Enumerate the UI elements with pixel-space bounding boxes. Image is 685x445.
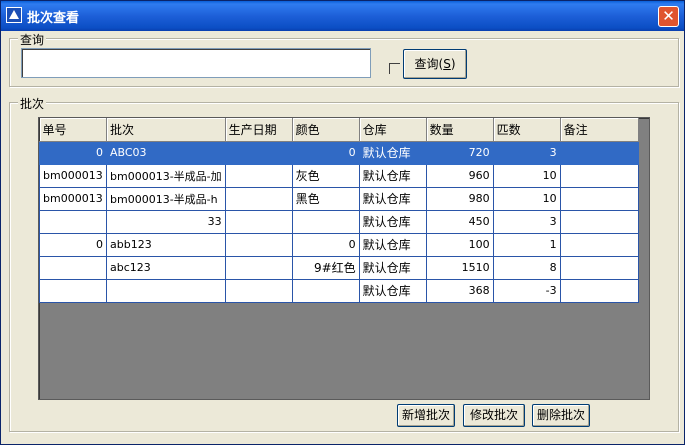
cell-remark[interactable]: [559, 186, 639, 211]
cell-remark[interactable]: [559, 255, 639, 280]
cell-warehouse[interactable]: 默认仓库: [358, 278, 427, 303]
cell-remark[interactable]: [559, 232, 639, 257]
cell-production-date[interactable]: [224, 209, 293, 234]
table-row[interactable]: bm000013 bm000013-半成品-加 灰色 默认仓库 960 10: [39, 163, 639, 188]
table-row[interactable]: 0 ABC03 0 默认仓库 720 3: [39, 140, 639, 165]
cell-quantity[interactable]: 100: [425, 232, 494, 257]
cell-color[interactable]: [291, 278, 360, 303]
cell-color[interactable]: 9#红色: [291, 255, 360, 280]
cell-order-no[interactable]: bm000013: [39, 186, 107, 211]
window-title: 批次查看: [27, 11, 80, 26]
col-header[interactable]: 批次: [106, 118, 226, 142]
table-row[interactable]: 默认仓库 368 -3: [39, 278, 639, 303]
cell-pieces[interactable]: -3: [492, 278, 561, 303]
cell-color[interactable]: [291, 209, 360, 234]
table-row[interactable]: abc123 9#红色 默认仓库 1510 8: [39, 255, 639, 280]
close-button[interactable]: ✕: [658, 6, 679, 27]
cell-color[interactable]: 灰色: [291, 163, 360, 188]
cell-production-date[interactable]: [224, 255, 293, 280]
cell-production-date[interactable]: [224, 278, 293, 303]
query-button-suffix: ): [450, 57, 456, 71]
cell-production-date[interactable]: [224, 186, 293, 211]
edit-batch-button[interactable]: 修改批次: [463, 404, 525, 427]
title-bar[interactable]: 批次查看 ✕: [1, 1, 684, 31]
cell-remark[interactable]: [559, 140, 639, 165]
cell-warehouse[interactable]: 默认仓库: [358, 255, 427, 280]
cell-pieces[interactable]: 3: [492, 209, 561, 234]
col-header[interactable]: 颜色: [292, 118, 360, 142]
cell-order-no[interactable]: [39, 209, 107, 234]
cell-batch[interactable]: abb123: [106, 232, 226, 257]
cell-quantity[interactable]: 720: [425, 140, 494, 165]
cell-production-date[interactable]: [224, 232, 293, 257]
cell-production-date[interactable]: [224, 140, 293, 165]
col-header[interactable]: 备注: [560, 118, 639, 142]
cell-batch[interactable]: ABC03: [106, 140, 226, 165]
cell-warehouse[interactable]: 默认仓库: [358, 163, 427, 188]
batch-view-window: 批次查看 ✕ 查询 查询(S) 批次 单号 批次 生产日期 颜色 仓库 数量 匹…: [0, 0, 685, 445]
col-header[interactable]: 生产日期: [225, 118, 293, 142]
cell-batch[interactable]: [106, 278, 226, 303]
query-button-label: 查询(: [414, 57, 444, 71]
app-icon: [6, 7, 22, 23]
cell-warehouse[interactable]: 默认仓库: [358, 140, 427, 165]
col-header[interactable]: 仓库: [359, 118, 427, 142]
search-input[interactable]: [21, 48, 371, 78]
query-checkbox[interactable]: [389, 63, 400, 74]
cell-order-no[interactable]: [39, 278, 107, 303]
header-row: 单号 批次 生产日期 颜色 仓库 数量 匹数 备注: [39, 118, 639, 142]
cell-pieces[interactable]: 10: [492, 163, 561, 188]
cell-order-no[interactable]: [39, 255, 107, 280]
cell-pieces[interactable]: 10: [492, 186, 561, 211]
cell-quantity[interactable]: 960: [425, 163, 494, 188]
batch-grid[interactable]: 单号 批次 生产日期 颜色 仓库 数量 匹数 备注 0 ABC03 0 默认仓库: [38, 117, 650, 400]
cell-warehouse[interactable]: 默认仓库: [358, 232, 427, 257]
query-group-label: 查询: [18, 31, 47, 48]
col-header[interactable]: 数量: [426, 118, 494, 142]
cell-order-no[interactable]: 0: [39, 232, 107, 257]
table-row[interactable]: 33 默认仓库 450 3: [39, 209, 639, 234]
cell-batch[interactable]: 33: [106, 209, 226, 234]
add-batch-button[interactable]: 新增批次: [397, 404, 455, 427]
cell-warehouse[interactable]: 默认仓库: [358, 209, 427, 234]
cell-quantity[interactable]: 1510: [425, 255, 494, 280]
cell-pieces[interactable]: 1: [492, 232, 561, 257]
cell-pieces[interactable]: 8: [492, 255, 561, 280]
cell-quantity[interactable]: 980: [425, 186, 494, 211]
cell-quantity[interactable]: 450: [425, 209, 494, 234]
cell-order-no[interactable]: 0: [39, 140, 107, 165]
cell-color[interactable]: 黑色: [291, 186, 360, 211]
delete-batch-button[interactable]: 删除批次: [532, 404, 590, 427]
cell-warehouse[interactable]: 默认仓库: [358, 186, 427, 211]
cell-color[interactable]: 0: [291, 140, 360, 165]
cell-batch[interactable]: bm000013-半成品-加: [106, 163, 226, 188]
cell-remark[interactable]: [559, 163, 639, 188]
cell-batch[interactable]: bm000013-半成品-h: [106, 186, 226, 211]
query-button-hotkey: S: [443, 57, 451, 71]
cell-remark[interactable]: [559, 278, 639, 303]
table-row[interactable]: 0 abb123 0 默认仓库 100 1: [39, 232, 639, 257]
col-header[interactable]: 匹数: [493, 118, 561, 142]
cell-order-no[interactable]: bm000013: [39, 163, 107, 188]
batch-table: 单号 批次 生产日期 颜色 仓库 数量 匹数 备注 0 ABC03 0 默认仓库: [39, 118, 639, 303]
query-button[interactable]: 查询(S): [403, 49, 467, 79]
cell-remark[interactable]: [559, 209, 639, 234]
col-header[interactable]: 单号: [39, 118, 107, 142]
cell-pieces[interactable]: 3: [492, 140, 561, 165]
cell-batch[interactable]: abc123: [106, 255, 226, 280]
cell-color[interactable]: 0: [291, 232, 360, 257]
batch-group-label: 批次: [18, 95, 47, 112]
table-row[interactable]: bm000013 bm000013-半成品-h 黑色 默认仓库 980 10: [39, 186, 639, 211]
cell-production-date[interactable]: [224, 163, 293, 188]
cell-quantity[interactable]: 368: [425, 278, 494, 303]
